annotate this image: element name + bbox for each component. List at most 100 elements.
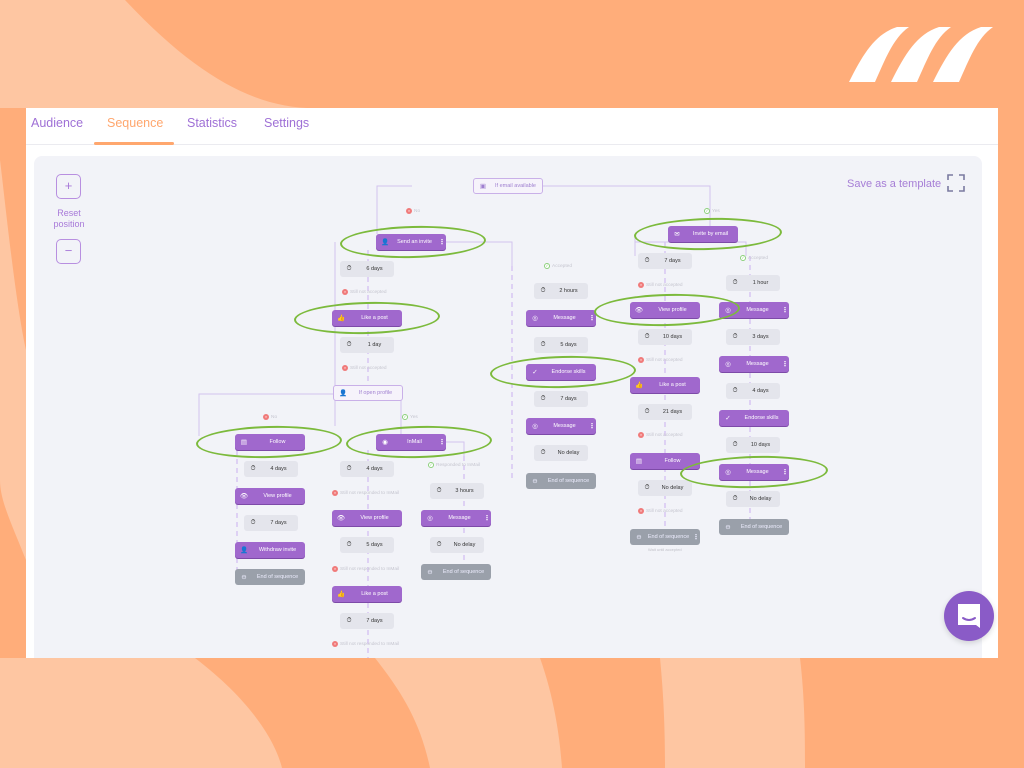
tab-sequence[interactable]: Sequence (107, 116, 163, 130)
delay-7-days[interactable]: ⏱ 7 days (638, 253, 692, 269)
more-options-icon[interactable]: ⋮ (588, 422, 596, 430)
node-view-profile[interactable]: 👁 View profile (332, 510, 402, 526)
node-endorse-skills[interactable]: ✓ Endorse skills (719, 410, 789, 426)
sequence-canvas[interactable]: + Reset position − Save as a template × … (34, 156, 982, 658)
branch-yes-label: ✓ Yes (704, 208, 720, 214)
more-options-icon[interactable]: ⋮ (588, 314, 596, 322)
tab-settings[interactable]: Settings (264, 116, 309, 130)
more-options-icon[interactable]: ⋮ (781, 360, 789, 368)
end-sublabel: Wait until accepted (648, 547, 682, 552)
node-view-profile[interactable]: 👁 View profile (630, 302, 700, 318)
status-not-accepted: × Still not accepted (342, 289, 387, 295)
delay-4-days[interactable]: ⏱ 4 days (244, 461, 298, 477)
delay-3-hours[interactable]: ⏱ 3 hours (430, 483, 484, 499)
node-end-of-sequence[interactable]: ⊖ End of sequence ⋮ (630, 529, 700, 545)
delay-1-day[interactable]: ⏱ 1 day (340, 337, 394, 353)
cross-icon: × (406, 208, 412, 214)
cross-icon: × (342, 289, 348, 295)
status-not-responded: × Still not responded to InMail (332, 641, 400, 647)
status-not-responded: × Still not responded to InMail (332, 566, 400, 572)
node-like-post[interactable]: 👍 Like a post (332, 310, 402, 326)
timer-icon: ⏱ (644, 333, 650, 340)
timer-icon: ⏱ (250, 519, 256, 526)
delay-6-days[interactable]: ⏱ 6 days (340, 261, 394, 277)
branch-yes-label: ✓ Yes (402, 414, 418, 420)
delay-no-delay[interactable]: ⏱ No delay (638, 480, 692, 496)
node-message[interactable]: ◎ Message ⋮ (719, 302, 789, 318)
timer-icon: ⏱ (540, 287, 546, 294)
timer-icon: ⏱ (732, 387, 738, 394)
check-icon: ✓ (428, 462, 434, 468)
more-options-icon[interactable]: ⋮ (692, 533, 700, 541)
message-icon: ◎ (725, 361, 731, 368)
node-message[interactable]: ◎ Message ⋮ (526, 418, 596, 434)
message-icon: ◎ (725, 307, 731, 314)
minus-circle-icon: ⊖ (636, 534, 642, 541)
delay-5-days[interactable]: ⏱ 5 days (340, 537, 394, 553)
node-endorse-skills[interactable]: ✓ Endorse skills (526, 364, 596, 380)
condition-if-open-profile[interactable]: 👤 If open profile (333, 385, 403, 401)
delay-3-days[interactable]: ⏱ 3 days (726, 329, 780, 345)
node-like-post[interactable]: 👍 Like a post (332, 586, 402, 602)
node-invite-by-email[interactable]: ✉ Invite by email (668, 226, 738, 242)
more-options-icon[interactable]: ⋮ (438, 438, 446, 446)
tab-statistics[interactable]: Statistics (187, 116, 237, 130)
delay-7-days[interactable]: ⏱ 7 days (534, 391, 588, 407)
minus-circle-icon: ⊖ (725, 524, 731, 531)
cross-icon: × (638, 357, 644, 363)
more-options-icon[interactable]: ⋮ (438, 238, 446, 246)
timer-icon: ⏱ (346, 541, 352, 548)
delay-4-days[interactable]: ⏱ 4 days (726, 383, 780, 399)
node-follow[interactable]: ▤ Follow (235, 434, 305, 450)
branch-no-label: × No (406, 208, 420, 214)
delay-7-days[interactable]: ⏱ 7 days (340, 613, 394, 629)
check-icon: ✓ (740, 255, 746, 261)
node-end-of-sequence[interactable]: ⊖ End of sequence (235, 569, 305, 585)
tab-bar: Audience Sequence Statistics Settings (26, 108, 998, 145)
delay-5-days[interactable]: ⏱ 5 days (534, 337, 588, 353)
node-message[interactable]: ◎ Message ⋮ (421, 510, 491, 526)
delay-7-days[interactable]: ⏱ 7 days (244, 515, 298, 531)
node-message[interactable]: ◎ Message ⋮ (719, 464, 789, 480)
node-like-post[interactable]: 👍 Like a post (630, 377, 700, 393)
follow-icon: ▤ (240, 439, 248, 446)
timer-icon: ⏱ (346, 265, 352, 272)
more-options-icon[interactable]: ⋮ (483, 514, 491, 522)
check-icon: ✓ (544, 263, 550, 269)
chat-widget-button[interactable] (944, 591, 994, 641)
more-options-icon[interactable]: ⋮ (781, 468, 789, 476)
tab-audience[interactable]: Audience (31, 116, 83, 130)
brand-logo-icon (849, 27, 993, 82)
node-message[interactable]: ◎ Message ⋮ (719, 356, 789, 372)
status-not-accepted: × Still not accepted (638, 357, 683, 363)
node-end-of-sequence[interactable]: ⊖ End of sequence (526, 473, 596, 489)
timer-icon: ⏱ (346, 341, 352, 348)
timer-icon: ⏱ (540, 395, 546, 402)
node-follow[interactable]: ▤ Follow (630, 453, 700, 469)
node-end-of-sequence[interactable]: ⊖ End of sequence (421, 564, 491, 580)
delay-2-hours[interactable]: ⏱ 2 hours (534, 283, 588, 299)
delay-21-days[interactable]: ⏱ 21 days (638, 404, 692, 420)
node-message[interactable]: ◎ Message ⋮ (526, 310, 596, 326)
node-withdraw-invite[interactable]: 👤 Withdraw invite (235, 542, 305, 558)
eye-icon: 👁 (336, 515, 346, 522)
follow-icon: ▤ (635, 458, 643, 465)
timer-icon: ⏱ (346, 617, 352, 624)
condition-if-email-available[interactable]: ▣ If email available (473, 178, 543, 194)
check-icon: ✓ (704, 208, 710, 214)
message-icon: ◎ (725, 469, 731, 476)
node-inmail[interactable]: ◉ InMail ⋮ (376, 434, 446, 450)
more-options-icon[interactable]: ⋮ (781, 306, 789, 314)
node-send-invite[interactable]: 👤 Send an invite ⋮ (376, 234, 446, 250)
timer-icon: ⏱ (250, 465, 256, 472)
delay-no-delay[interactable]: ⏱ No delay (726, 491, 780, 507)
delay-10-days[interactable]: ⏱ 10 days (638, 329, 692, 345)
delay-1-hour[interactable]: ⏱ 1 hour (726, 275, 780, 291)
delay-4-days[interactable]: ⏱ 4 days (340, 461, 394, 477)
delay-no-delay[interactable]: ⏱ No delay (430, 537, 484, 553)
node-view-profile[interactable]: 👁 View profile (235, 488, 305, 504)
delay-10-days[interactable]: ⏱ 10 days (726, 437, 780, 453)
delay-no-delay[interactable]: ⏱ No delay (534, 445, 588, 461)
timer-icon: ⏱ (436, 541, 442, 548)
node-end-of-sequence[interactable]: ⊖ End of sequence (719, 519, 789, 535)
